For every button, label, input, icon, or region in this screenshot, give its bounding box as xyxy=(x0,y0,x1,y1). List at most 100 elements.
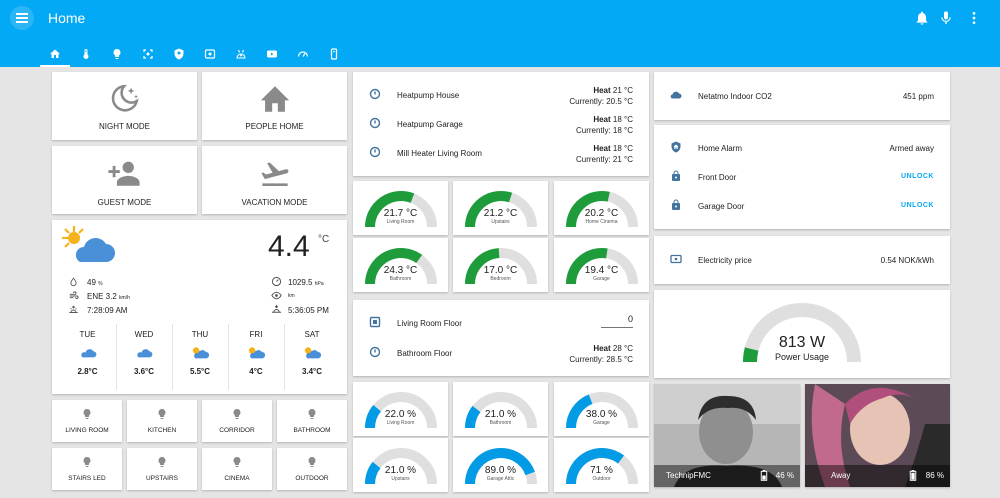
gauge-card[interactable]: 21.7 °C Living Room xyxy=(353,181,448,235)
weather-card[interactable]: 4.4 °C 49 % ENE 3.2 km/h 7:28:09 AM 1029… xyxy=(52,220,347,394)
climate-target: 18 °C xyxy=(612,144,633,153)
light-button[interactable]: BATHROOM xyxy=(277,400,347,442)
light-button[interactable]: UPSTAIRS xyxy=(127,448,197,490)
light-button[interactable]: OUTDOOR xyxy=(277,448,347,490)
gauge-card[interactable]: 17.0 °C Bedroom xyxy=(453,238,548,292)
power-usage-card[interactable]: 813 W Power Usage xyxy=(654,290,950,378)
gauge-card[interactable]: 89.0 % Garage Attic xyxy=(453,438,548,492)
climate-mode: Heat xyxy=(593,86,611,95)
light-button[interactable]: LIVING ROOM xyxy=(52,400,122,442)
climate-row[interactable]: Heatpump Garage Heat 18 °C Currently: 18 … xyxy=(369,113,641,135)
light-label: CINEMA xyxy=(224,475,250,482)
light-button[interactable]: CINEMA xyxy=(202,448,272,490)
partly-cloudy-icon xyxy=(248,347,266,359)
co2-row[interactable]: Netatmo Indoor CO2 451 ppm xyxy=(670,85,942,107)
forecast-day: THU 5.5°C xyxy=(172,324,227,390)
shield-home-icon xyxy=(671,141,681,153)
pressure-number: 1029.5 xyxy=(288,278,313,287)
person-card[interactable]: TechnipFMC 46 % xyxy=(654,384,800,487)
scene-guest-mode[interactable]: GUEST MODE xyxy=(52,146,197,214)
thermostat-icon xyxy=(369,117,381,129)
gauge-card[interactable]: 24.3 °C Bathroom xyxy=(353,238,448,292)
electricity-row[interactable]: Electricity price 0.54 NOK/kWh xyxy=(670,249,942,271)
gauge-card[interactable]: 71 % Outdoor xyxy=(554,438,649,492)
pressure-unit: hPa xyxy=(314,281,324,287)
gauge-card[interactable]: 21.0 % Bathroom xyxy=(453,382,548,436)
security-name: Front Door xyxy=(698,173,737,182)
light-label: LIVING ROOM xyxy=(65,427,109,434)
more-vertical-icon[interactable] xyxy=(966,10,982,26)
climate-name: Heatpump Garage xyxy=(397,120,463,129)
tab-alarm[interactable] xyxy=(195,40,225,67)
forecast-day: FRI 4°C xyxy=(228,324,283,390)
lightbulb-icon xyxy=(113,48,121,59)
menu-button[interactable] xyxy=(10,6,34,30)
climate-target: 18 °C xyxy=(612,115,633,124)
gauge-value: 21.0 % xyxy=(384,465,417,476)
scene-vacation-mode[interactable]: VACATION MODE xyxy=(202,146,347,214)
living-room-floor-input[interactable]: 0 xyxy=(601,314,633,328)
current-temperature: 4.4 xyxy=(268,230,310,263)
tab-energy[interactable] xyxy=(288,40,318,67)
gauge-card[interactable]: 22.0 % Living Room xyxy=(353,382,448,436)
light-label: OUTDOOR xyxy=(295,475,329,482)
climate-mode: Heat xyxy=(593,115,611,124)
scene-night-mode[interactable]: NIGHT MODE xyxy=(52,72,197,140)
gauge-value: 20.2 °C xyxy=(584,208,619,219)
gauge-icon xyxy=(271,276,282,287)
tab-scan[interactable] xyxy=(133,40,163,67)
climate-row[interactable]: Mill Heater Living Room Heat 18 °C Curren… xyxy=(369,142,641,164)
person-name: TechnipFMC xyxy=(666,471,711,480)
garage-door-row: Garage Door UNLOCK xyxy=(670,195,942,217)
tab-lights[interactable] xyxy=(102,40,132,67)
light-label: STAIRS LED xyxy=(68,475,106,482)
scene-label: NIGHT MODE xyxy=(99,122,150,131)
gauge-value: 71 % xyxy=(590,465,613,476)
gauge-card[interactable]: 21.2 °C Upstairs xyxy=(453,181,548,235)
forecast-day-name: THU xyxy=(191,330,209,339)
tab-home[interactable] xyxy=(40,40,70,67)
light-label: CORRIDOR xyxy=(219,427,255,434)
bathroom-floor-row[interactable]: Bathroom Floor Heat 28 °C Currently: 28.5… xyxy=(369,342,641,364)
scene-people-home[interactable]: PEOPLE HOME xyxy=(202,72,347,140)
forecast-temp: 4°C xyxy=(249,367,263,376)
light-button[interactable]: KITCHEN xyxy=(127,400,197,442)
tab-security[interactable] xyxy=(164,40,194,67)
light-button[interactable]: STAIRS LED xyxy=(52,448,122,490)
electricity-name: Electricity price xyxy=(698,256,752,265)
forecast-day-name: TUE xyxy=(79,330,96,339)
gauge-card[interactable]: 21.0 % Upstairs xyxy=(353,438,448,492)
tab-remote[interactable] xyxy=(319,40,349,67)
gauge-name: Bathroom xyxy=(489,420,512,426)
gauge-value: 21.7 °C xyxy=(383,208,418,219)
floor-mode: Heat xyxy=(593,344,611,353)
garage-door-unlock-button[interactable]: UNLOCK xyxy=(901,202,934,209)
climate-mode: Heat xyxy=(593,144,611,153)
gauge-card[interactable]: 19.4 °C Garage xyxy=(554,238,649,292)
gauge-name: Upstairs xyxy=(491,219,510,225)
gauge-name: Upstairs xyxy=(391,476,410,482)
visibility-icon xyxy=(271,291,282,300)
tab-media[interactable] xyxy=(257,40,287,67)
light-label: BATHROOM xyxy=(293,427,331,434)
living-room-floor-row[interactable]: Living Room Floor 0 xyxy=(369,312,641,334)
tab-climate[interactable] xyxy=(71,40,101,67)
robot-vacuum-icon xyxy=(236,49,246,59)
gauge-card[interactable]: 38.0 % Garage xyxy=(554,382,649,436)
tab-vacuum[interactable] xyxy=(226,40,256,67)
alarm-panel-icon xyxy=(204,48,216,59)
climate-current: Currently: 21 °C xyxy=(576,155,633,164)
front-door-unlock-button[interactable]: UNLOCK xyxy=(901,173,934,180)
microphone-icon[interactable] xyxy=(938,10,954,26)
sunrise-icon xyxy=(69,305,78,313)
person-card[interactable]: Away 86 % xyxy=(805,384,950,487)
forecast-temp: 2.8°C xyxy=(77,367,98,376)
gauge-value: 24.3 °C xyxy=(383,265,418,276)
home-alarm-row[interactable]: Home Alarm Armed away xyxy=(670,137,942,159)
house-icon xyxy=(260,86,290,112)
gauge-card[interactable]: 20.2 °C Home Cinema xyxy=(554,181,649,235)
bell-icon[interactable] xyxy=(914,10,930,26)
forecast-day-name: SAT xyxy=(304,330,320,339)
climate-row[interactable]: Heatpump House Heat 21 °C Currently: 20.5… xyxy=(369,84,641,106)
light-button[interactable]: CORRIDOR xyxy=(202,400,272,442)
